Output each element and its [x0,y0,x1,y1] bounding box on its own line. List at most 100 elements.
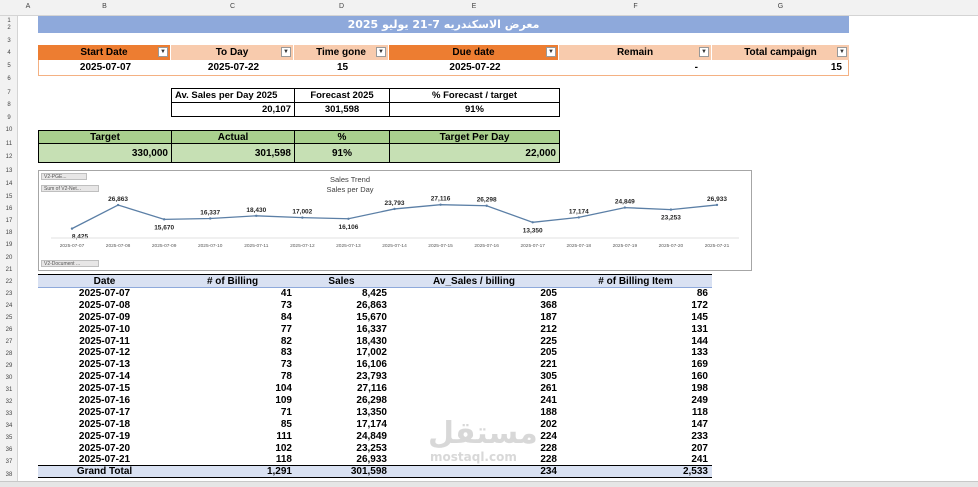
table-cell[interactable]: 2025-07-13 [38,359,171,371]
table-cell[interactable]: 16,106 [294,359,389,371]
table-cell[interactable]: 2025-07-16 [38,395,171,407]
row-header[interactable]: 17 [0,218,18,224]
sales-column-header[interactable]: Sales [294,274,389,288]
billing-items-column-header[interactable]: # of Billing Item [559,274,712,288]
table-row[interactable]: 2025-07-10 77 16,337 212 131 [38,323,712,335]
table-cell[interactable]: 2025-07-21 [38,454,171,466]
actual-header[interactable]: Actual [171,130,295,144]
table-row[interactable]: 2025-07-07 41 8,425 205 86 [38,288,712,300]
table-cell[interactable]: 26,298 [294,395,389,407]
row-header[interactable]: 3 [0,38,18,44]
table-cell[interactable]: 23,253 [294,442,389,454]
table-row[interactable]: 2025-07-12 83 17,002 205 133 [38,347,712,359]
col-header-f[interactable]: F [559,3,712,10]
row-header[interactable]: 25 [0,315,18,321]
table-cell[interactable]: 84 [171,311,294,323]
col-header-g[interactable]: G [712,3,849,10]
row-header[interactable]: 7 [0,90,18,96]
table-row[interactable]: 2025-07-14 78 23,793 305 160 [38,371,712,383]
time-gone-value[interactable]: 15 [295,60,390,75]
table-cell[interactable]: 368 [389,299,559,311]
table-row[interactable]: 2025-07-19 111 24,849 224 233 [38,430,712,442]
table-cell[interactable]: 261 [389,383,559,395]
row-header[interactable]: 15 [0,194,18,200]
row-header[interactable]: 30 [0,375,18,381]
table-cell[interactable]: 305 [389,371,559,383]
table-cell[interactable]: 2025-07-20 [38,442,171,454]
table-cell[interactable]: 102 [171,442,294,454]
table-cell[interactable]: 160 [559,371,712,383]
table-cell[interactable]: 233 [559,430,712,442]
filter-dropdown-icon[interactable]: ▼ [281,47,291,57]
row-header[interactable]: 9 [0,115,18,121]
sheet-tabs-bar[interactable] [0,481,978,487]
row-header[interactable]: 21 [0,267,18,273]
table-cell[interactable]: 78 [171,371,294,383]
table-cell[interactable]: 18,430 [294,335,389,347]
table-cell[interactable]: 73 [171,359,294,371]
due-date-value[interactable]: 2025-07-22 [390,60,560,75]
grand-total-row[interactable]: Grand Total 1,291 301,598 234 2,533 [38,465,712,479]
table-row[interactable]: 2025-07-13 73 16,106 221 169 [38,359,712,371]
col-header-e[interactable]: E [389,3,559,10]
table-row[interactable]: 2025-07-08 73 26,863 368 172 [38,299,712,311]
table-row[interactable]: 2025-07-17 71 13,350 188 118 [38,406,712,418]
table-cell[interactable]: 241 [389,395,559,407]
row-header[interactable]: 8 [0,102,18,108]
table-cell[interactable]: 1,291 [171,465,294,479]
date-column-header[interactable]: Date [38,274,171,288]
table-cell[interactable]: 83 [171,347,294,359]
table-cell[interactable]: 24,849 [294,430,389,442]
row-header[interactable]: 5 [0,63,18,69]
row-header[interactable]: 14 [0,181,18,187]
table-cell[interactable]: 131 [559,323,712,335]
table-cell[interactable]: 82 [171,335,294,347]
table-cell[interactable]: 187 [389,311,559,323]
target-header[interactable]: Target [38,130,172,144]
billing-column-header[interactable]: # of Billing [171,274,294,288]
table-cell[interactable]: 2025-07-14 [38,371,171,383]
table-cell[interactable]: 85 [171,418,294,430]
row-header[interactable]: 31 [0,387,18,393]
filter-dropdown-icon[interactable]: ▼ [699,47,709,57]
table-row[interactable]: 2025-07-18 85 17,174 202 147 [38,418,712,430]
forecast-target-value[interactable]: 91% [389,102,560,117]
row-header[interactable]: 19 [0,242,18,248]
row-header[interactable]: 23 [0,291,18,297]
avg-sales-value[interactable]: 20,107 [171,102,295,117]
table-cell[interactable]: 16,337 [294,323,389,335]
row-header[interactable]: 32 [0,399,18,405]
table-cell[interactable]: 169 [559,359,712,371]
row-header[interactable]: 10 [0,127,18,133]
row-header[interactable]: 26 [0,327,18,333]
filter-dropdown-icon[interactable]: ▼ [376,47,386,57]
table-cell[interactable]: 144 [559,335,712,347]
table-row[interactable]: 2025-07-20 102 23,253 228 207 [38,442,712,454]
table-cell[interactable]: 15,670 [294,311,389,323]
row-header[interactable]: 38 [0,472,18,478]
percent-header[interactable]: % [294,130,390,144]
table-row[interactable]: 2025-07-15 104 27,116 261 198 [38,383,712,395]
table-cell[interactable]: 77 [171,323,294,335]
target-per-day-header[interactable]: Target Per Day [389,130,560,144]
row-header[interactable]: 1 [0,18,18,24]
row-header[interactable]: 37 [0,459,18,465]
filter-dropdown-icon[interactable]: ▼ [837,47,847,57]
table-cell[interactable]: 2025-07-15 [38,383,171,395]
table-row[interactable]: 2025-07-21 118 26,933 228 241 [38,454,712,466]
forecast-header[interactable]: Forecast 2025 [294,88,390,103]
table-cell[interactable]: 249 [559,395,712,407]
table-cell[interactable]: 2025-07-12 [38,347,171,359]
row-header[interactable]: 27 [0,339,18,345]
table-cell[interactable]: 111 [171,430,294,442]
table-row[interactable]: 2025-07-11 82 18,430 225 144 [38,335,712,347]
target-per-day-value[interactable]: 22,000 [389,143,560,163]
table-cell[interactable]: 241 [559,454,712,466]
row-header[interactable]: 34 [0,423,18,429]
row-header[interactable]: 18 [0,230,18,236]
today-value[interactable]: 2025-07-22 [172,60,295,75]
table-row[interactable]: 2025-07-09 84 15,670 187 145 [38,311,712,323]
row-header[interactable]: 11 [0,141,18,147]
table-cell[interactable]: 212 [389,323,559,335]
target-value[interactable]: 330,000 [38,143,172,163]
